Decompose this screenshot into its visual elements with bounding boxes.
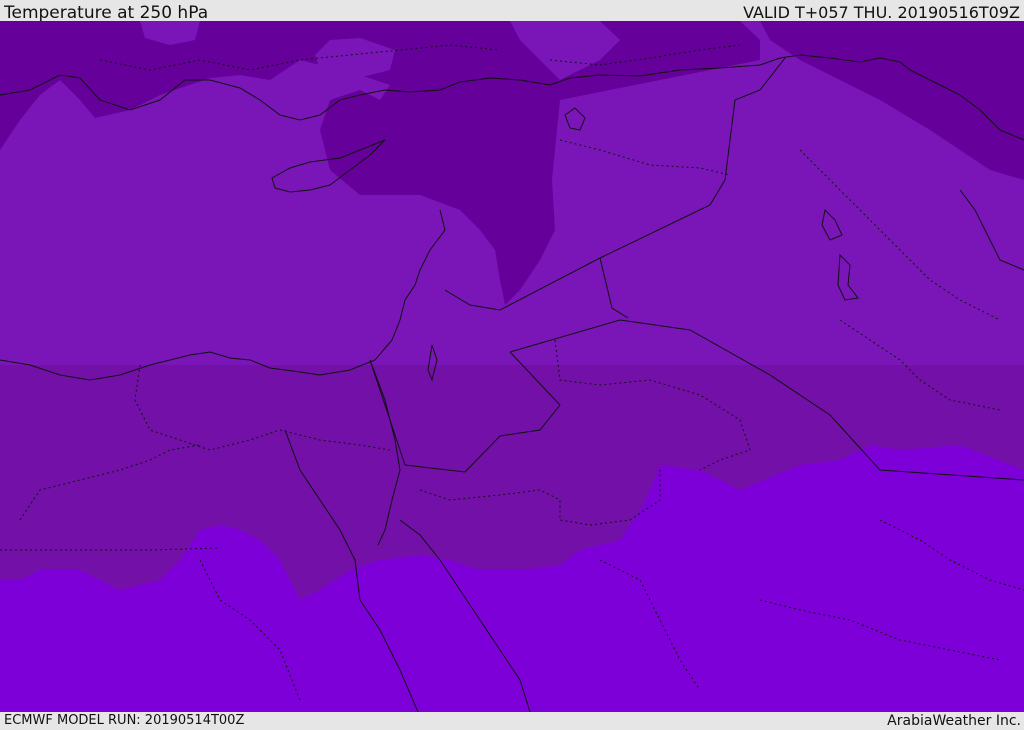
footer-bar: ECMWF MODEL RUN: 20190514T00Z ArabiaWeat… <box>0 712 1024 729</box>
map-canvas[interactable] <box>0 21 1024 712</box>
valid-time: VALID T+057 THU. 20190516T09Z <box>743 3 1020 22</box>
model-run-label: ECMWF MODEL RUN: 20190514T00Z <box>4 713 245 728</box>
header-bar: Temperature at 250 hPa VALID T+057 THU. … <box>0 0 1024 23</box>
map-title: Temperature at 250 hPa <box>4 3 209 23</box>
credit-label: ArabiaWeather Inc. <box>887 713 1021 729</box>
